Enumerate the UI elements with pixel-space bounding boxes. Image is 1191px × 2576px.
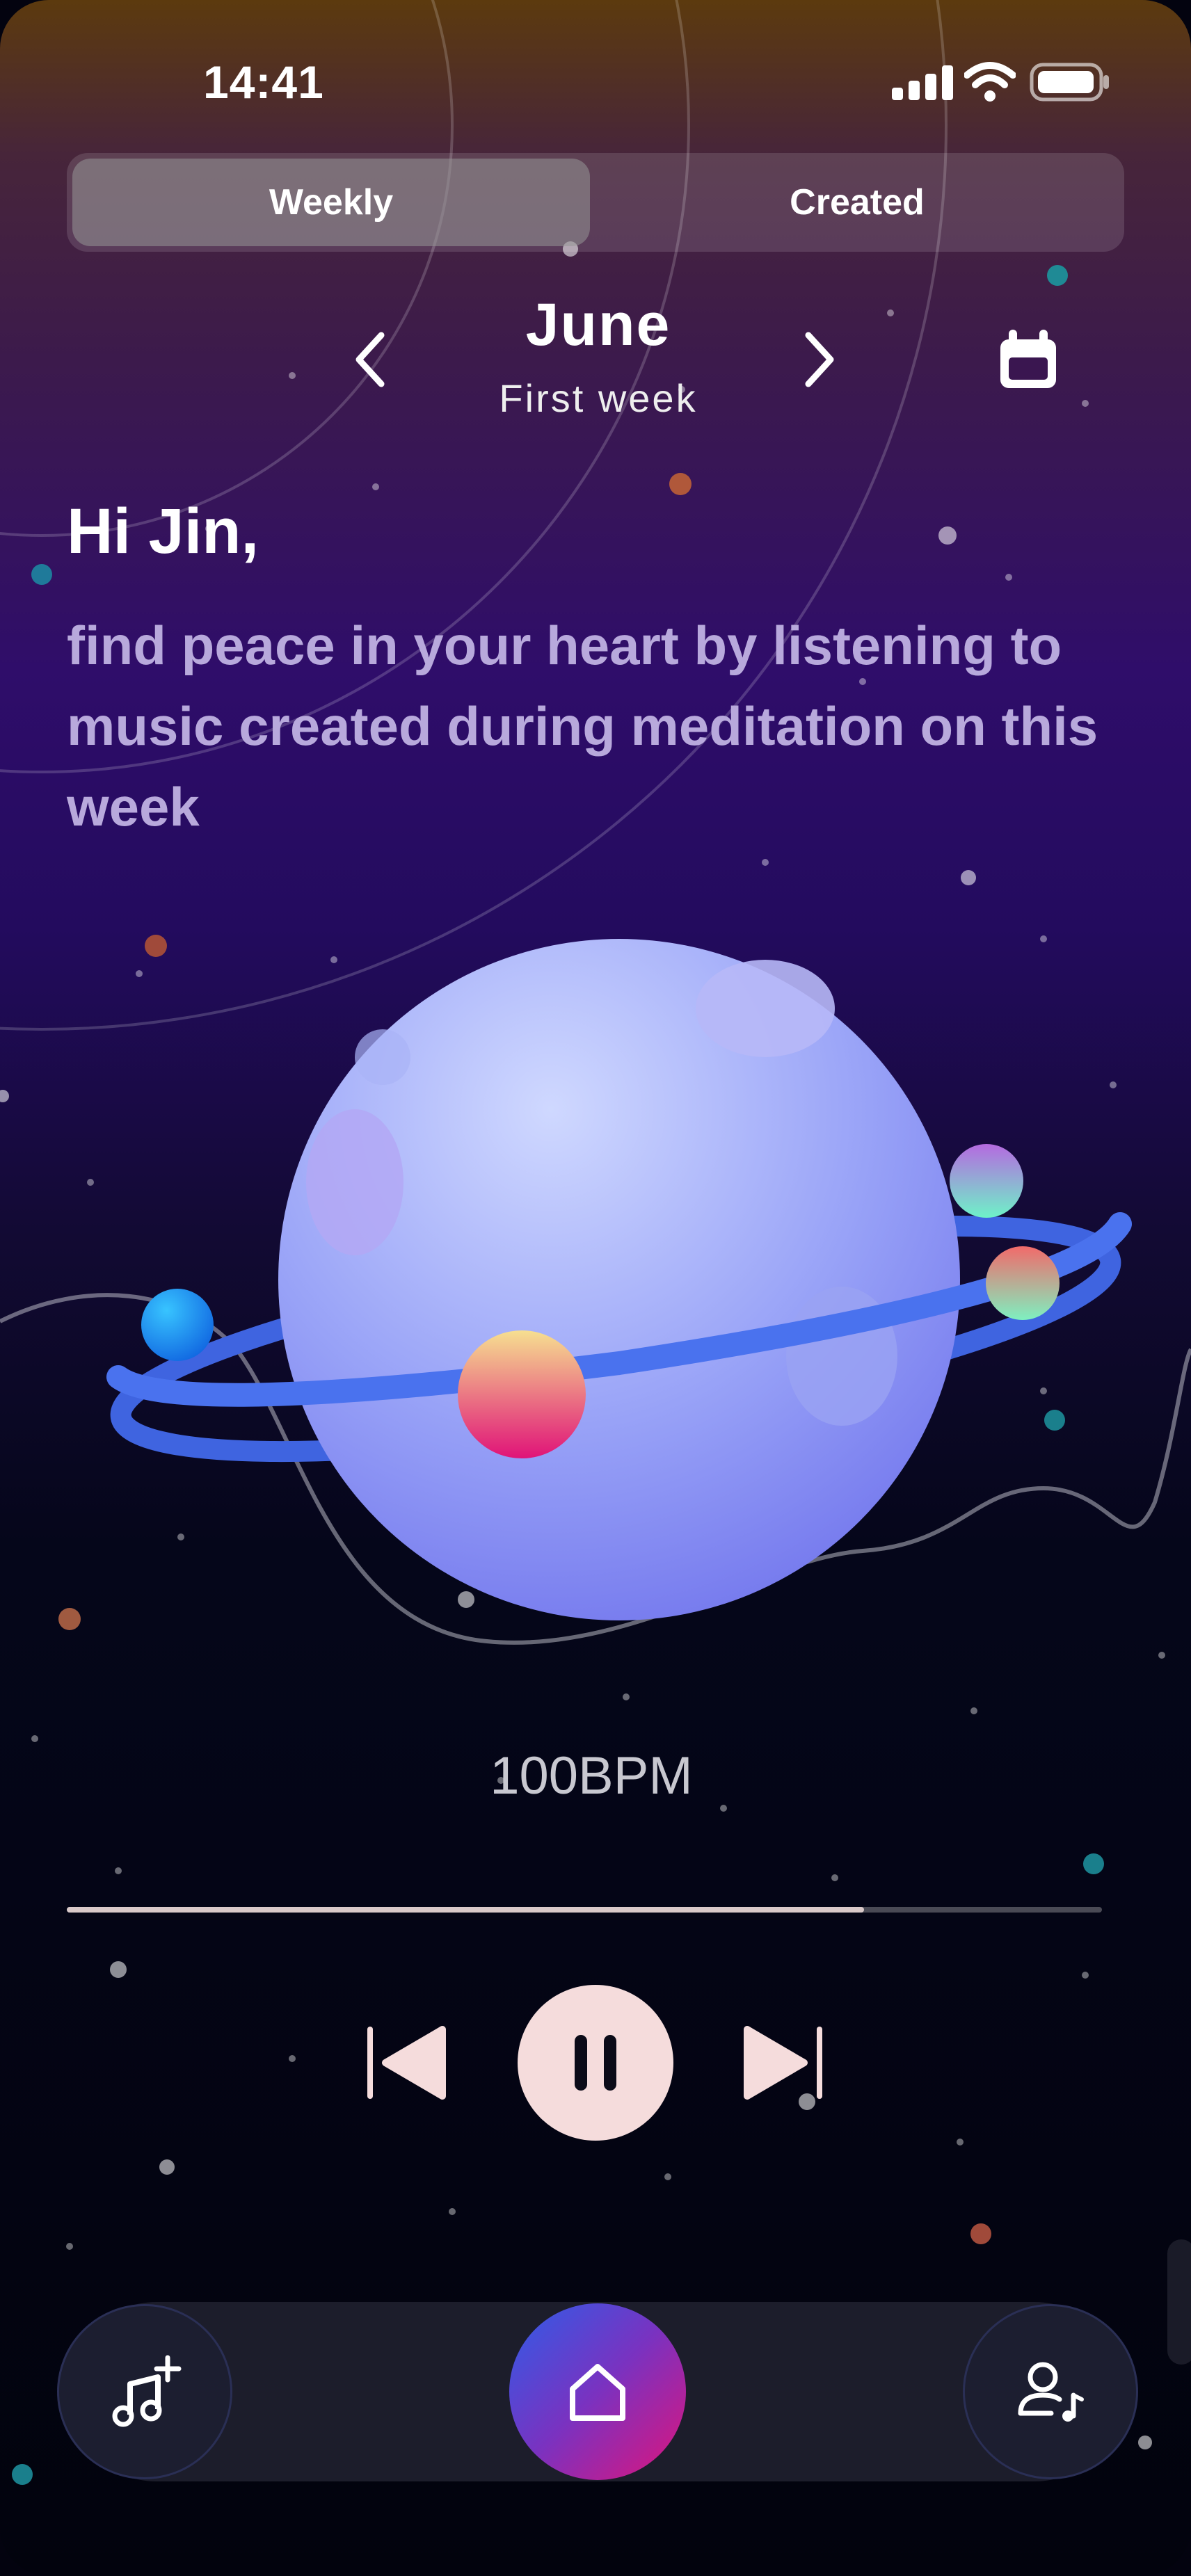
pause-icon <box>575 2035 587 2091</box>
calendar-icon[interactable] <box>996 328 1060 392</box>
tempo-label: 100BPM <box>490 1746 693 1805</box>
home-icon <box>570 2364 625 2421</box>
tab-switcher: Weekly Created <box>67 153 1124 252</box>
chevron-left-icon[interactable] <box>349 328 391 391</box>
tab-created[interactable]: Created <box>596 159 1119 246</box>
progress-fill <box>67 1907 864 1913</box>
battery-icon <box>1030 63 1109 102</box>
music-note-plus-icon <box>112 2355 182 2427</box>
skip-previous-icon[interactable] <box>365 2021 448 2104</box>
status-time: 14:41 <box>203 56 324 108</box>
profile-button[interactable] <box>963 2304 1138 2479</box>
add-music-button[interactable] <box>57 2304 232 2479</box>
meditation-message: find peace in your heart by listening to… <box>67 615 1098 837</box>
app-screen: 14:41 Weekly Created June First week Hi … <box>0 0 1191 2576</box>
side-handle <box>1167 2239 1191 2365</box>
home-button[interactable] <box>509 2303 686 2480</box>
greeting-heading: Hi Jin, <box>67 496 259 567</box>
month-label: June <box>525 291 671 358</box>
progress-bar[interactable] <box>67 1907 1102 1913</box>
pause-button[interactable] <box>516 1983 675 2142</box>
tab-weekly[interactable]: Weekly <box>72 159 590 246</box>
wifi-icon <box>964 62 1016 102</box>
user-music-icon <box>1018 2362 1084 2422</box>
week-label: First week <box>499 376 698 420</box>
bottom-navigation <box>57 2302 1138 2481</box>
planet-illustration <box>106 939 1132 1620</box>
chevron-right-icon[interactable] <box>799 328 840 391</box>
skip-next-icon[interactable] <box>742 2021 825 2104</box>
